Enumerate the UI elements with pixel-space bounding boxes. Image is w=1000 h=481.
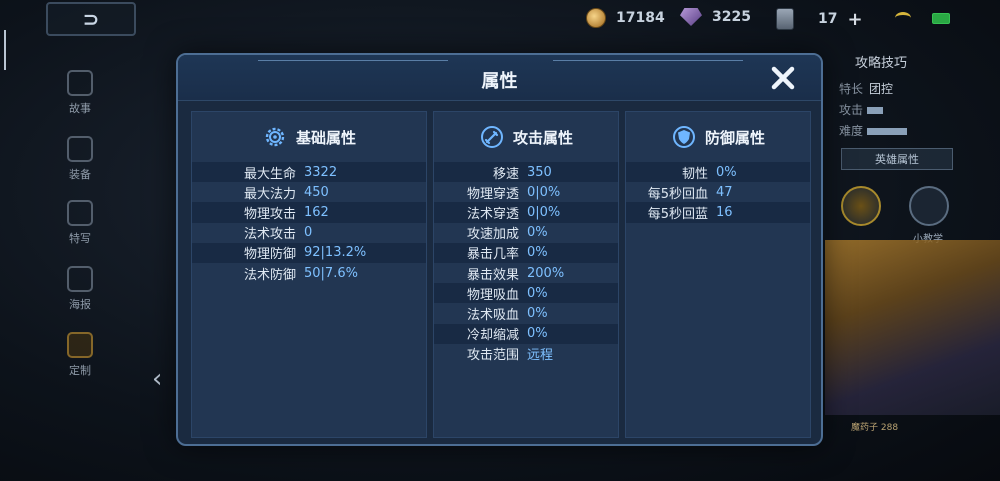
attributes-modal: 属性 基础属性 最大生命 3322 最大法力 450 物理攻击 162 法术攻击 0 物… — [176, 53, 823, 446]
card-resource: 17 + — [776, 8, 863, 30]
eye-icon — [67, 200, 93, 226]
nav-item-equipment[interactable]: 装备 — [58, 136, 102, 182]
gold-count: 17184 — [616, 10, 665, 26]
stat-row: 最大生命 3322 — [192, 162, 426, 183]
specialty-row: 特长 团控 — [839, 82, 894, 96]
stat-row: 攻击范围 远程 — [466, 348, 554, 364]
stat-row: 法术吸血 0% — [466, 305, 548, 323]
coin-icon — [586, 8, 606, 28]
defense-attributes-header: 防御属性 — [626, 122, 810, 152]
gear-icon — [262, 124, 288, 150]
attack-row: 攻击 — [839, 101, 884, 118]
stat-row: 物理吸血 0% — [434, 283, 618, 304]
card-count: 17 — [818, 11, 838, 27]
modal-title: 属性 — [481, 71, 518, 92]
strategy-title: 攻略技巧 — [855, 56, 908, 71]
back-button[interactable]: ⊃ — [46, 2, 136, 36]
nav-item-poster[interactable]: 海报 — [58, 266, 102, 312]
defense-attributes-title: 防御属性 — [704, 128, 765, 147]
top-bar: ⊃ 17184 3225 17 + — [0, 0, 1000, 70]
stat-row: 移速 350 — [434, 162, 618, 183]
stat-row: 物理防御 92|13.2% — [192, 242, 426, 263]
difficulty-bar — [867, 128, 908, 135]
stat-row: 每5秒回血 47 — [647, 184, 733, 202]
edge-indicator — [4, 30, 6, 70]
add-icon[interactable]: + — [847, 9, 862, 30]
hero-caption: 魔药子 288 — [851, 423, 899, 433]
stat-row: 物理攻击 162 — [192, 202, 426, 223]
stat-row: 暴击效果 200% — [466, 265, 565, 283]
defense-attributes-column: 防御属性 韧性 0% 每5秒回血 47 每5秒回蓝 16 — [625, 111, 811, 438]
stat-row: 法术防御 50|7.6% — [243, 265, 358, 283]
stat-row: 最大法力 450 — [243, 184, 329, 202]
gold-resource: 17184 — [586, 8, 665, 28]
stat-row: 物理穿透 0|0% — [466, 184, 561, 202]
attack-attributes-column: 攻击属性 移速 350 物理穿透 0|0% 法术穿透 0|0% 攻速加成 0% 暴击几率… — [433, 111, 619, 438]
difficulty-row: 难度 — [839, 122, 908, 139]
attack-attributes-title: 攻击属性 — [512, 128, 573, 147]
book-icon — [67, 70, 93, 96]
play-icon[interactable] — [909, 186, 949, 226]
back-icon: ⊃ — [82, 7, 100, 31]
gem-resource: 3225 — [680, 8, 751, 26]
stat-row: 韧性 0% — [626, 162, 810, 183]
nav-item-story[interactable]: 故事 — [58, 70, 102, 116]
helmet-icon — [67, 136, 93, 162]
stat-row: 法术穿透 0|0% — [434, 202, 618, 223]
attack-bar — [867, 107, 884, 114]
battery-icon — [932, 13, 950, 24]
hero-attributes-button[interactable]: 英雄属性 — [841, 148, 953, 170]
skill-icon[interactable] — [841, 186, 881, 226]
sword-icon — [479, 124, 505, 150]
stat-row: 每5秒回蓝 16 — [626, 202, 810, 223]
stat-row: 暴击几率 0% — [434, 242, 618, 263]
card-icon — [776, 8, 794, 30]
poster-icon — [67, 266, 93, 292]
strategy-panel: 攻略技巧 特长团控 攻击 难度 英雄属性 小教学 魔药子 288 — [825, 44, 1000, 481]
stat-row: 攻速加成 0% — [466, 225, 548, 243]
shield-icon — [671, 124, 697, 150]
modal-header: 属性 — [178, 55, 821, 101]
hero-artwork[interactable] — [825, 240, 1000, 415]
stat-row: 法术攻击 0 — [243, 225, 313, 243]
wifi-icon — [895, 12, 911, 24]
basic-attributes-header: 基础属性 — [192, 122, 426, 152]
close-icon — [771, 66, 795, 90]
nav-item-closeup[interactable]: 特写 — [58, 200, 102, 246]
basic-attributes-title: 基础属性 — [295, 128, 356, 147]
gem-icon — [680, 8, 702, 26]
basic-attributes-column: 基础属性 最大生命 3322 最大法力 450 物理攻击 162 法术攻击 0 物理防御… — [191, 111, 427, 438]
chevron-left-icon[interactable]: ‹ — [152, 364, 162, 394]
attack-attributes-header: 攻击属性 — [434, 122, 618, 152]
close-button[interactable] — [768, 64, 798, 92]
gem-count: 3225 — [712, 9, 751, 25]
stat-row: 冷却缩减 0% — [434, 323, 618, 344]
nav-item-custom[interactable]: 定制 — [58, 332, 102, 378]
custom-icon — [67, 332, 93, 358]
